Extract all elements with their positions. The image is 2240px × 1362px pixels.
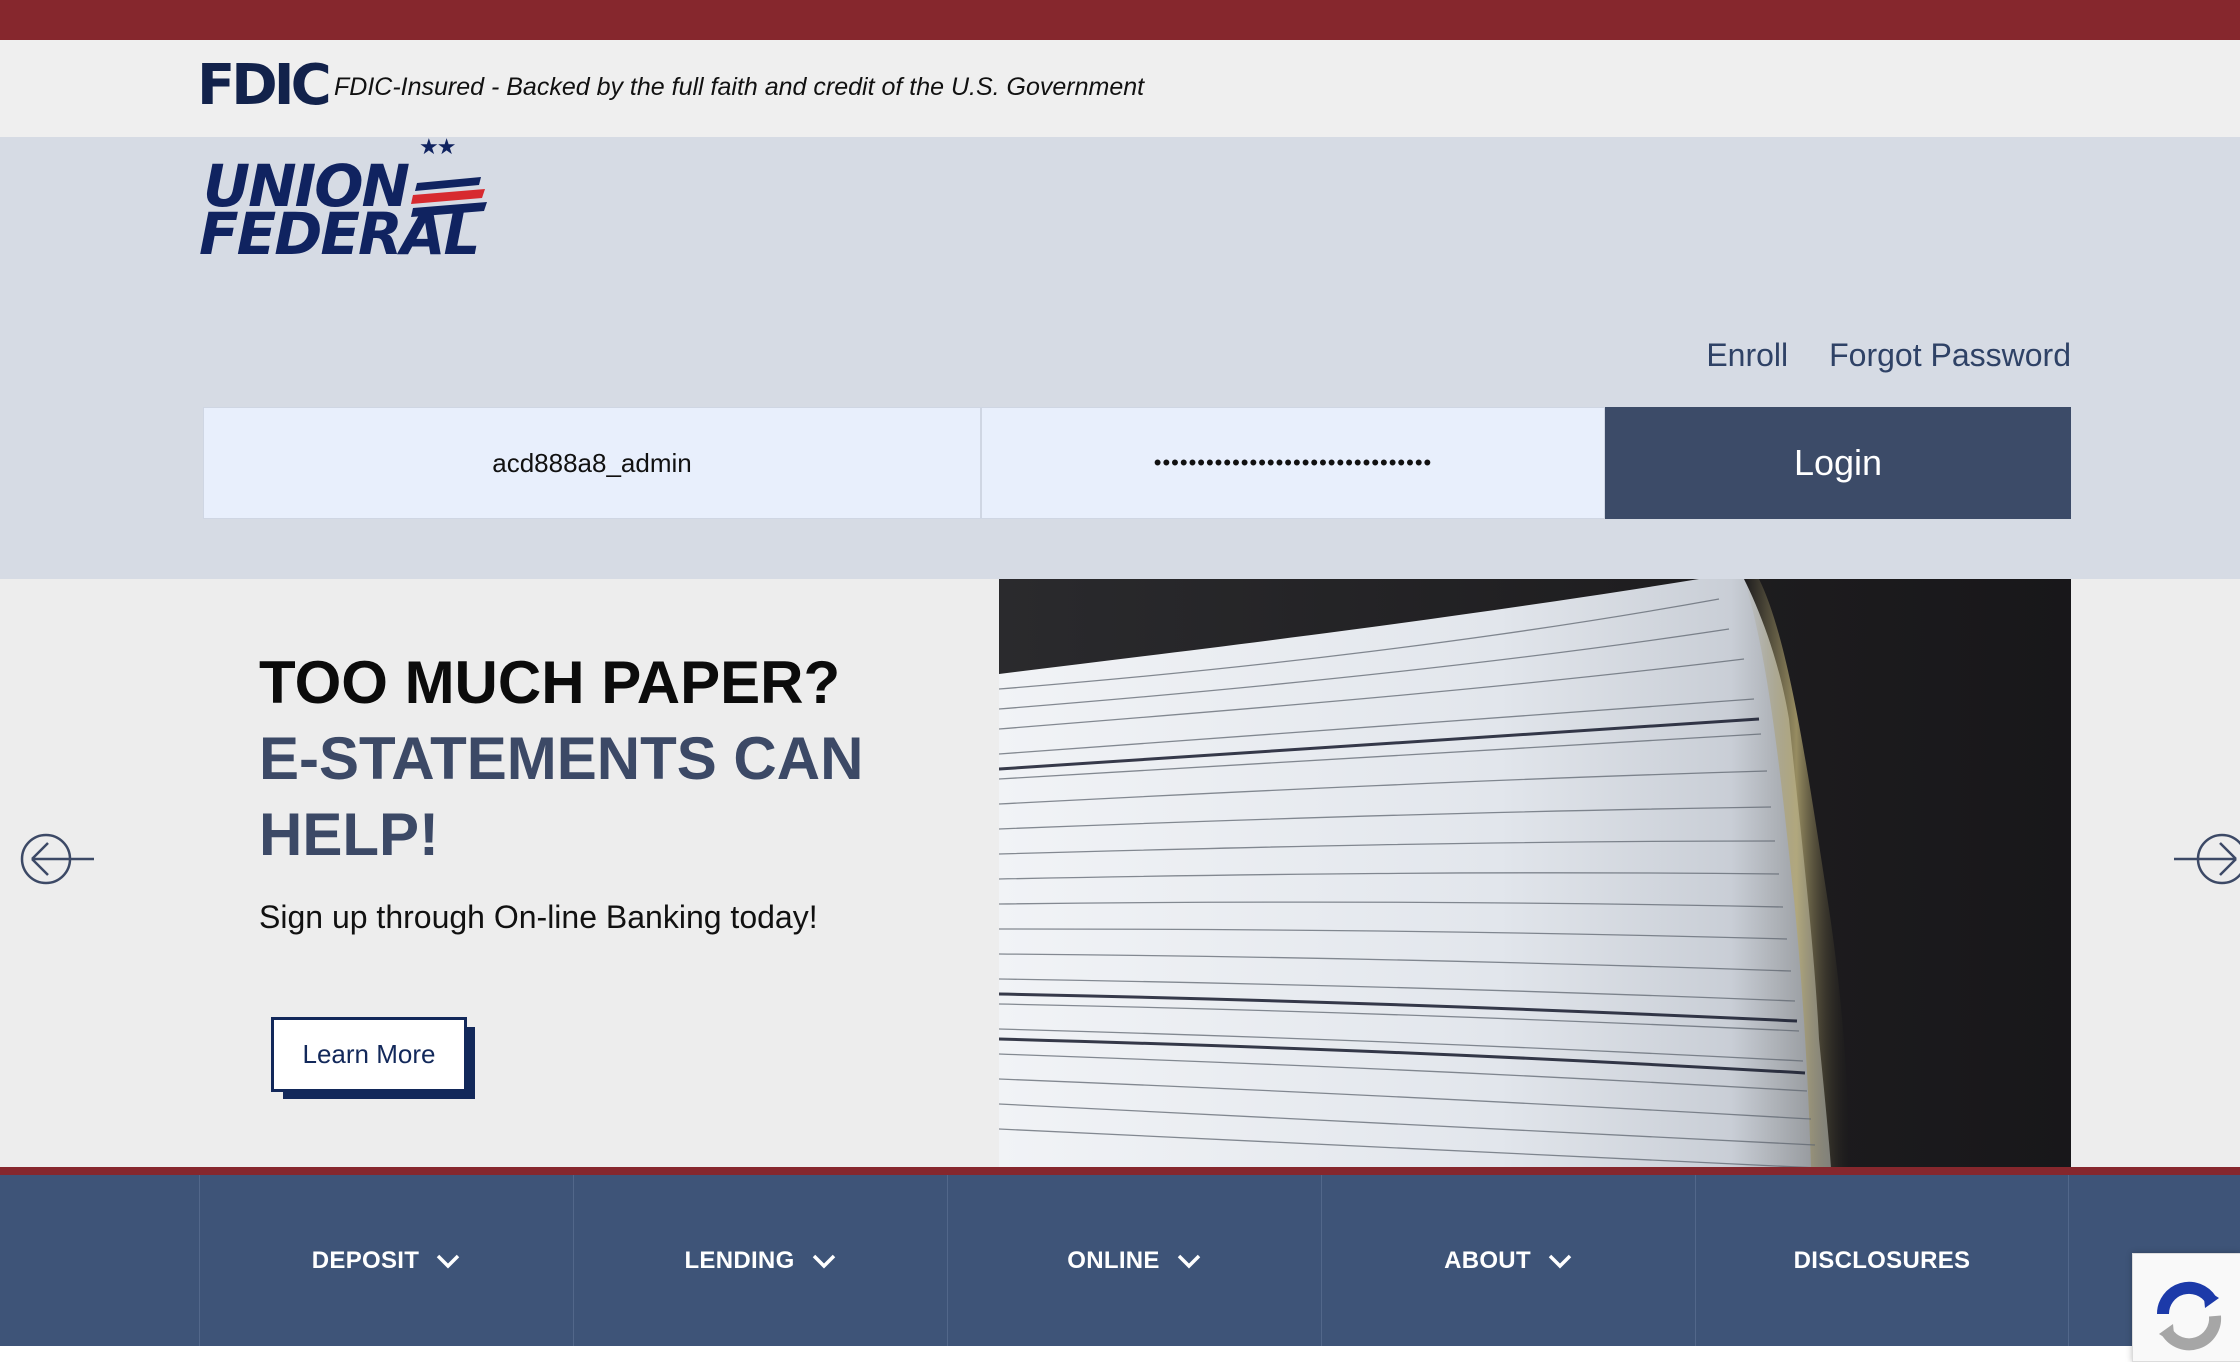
hero-carousel: TOO MUCH PAPER? E-STATEMENTS CAN HELP! S…	[0, 579, 2240, 1168]
nav-label-about: ABOUT	[1444, 1246, 1531, 1274]
nav-label-deposit: DEPOSIT	[311, 1246, 420, 1274]
site-header: ★★ UNION FEDERAL Enroll Forgot Password …	[0, 134, 2240, 579]
hero-title-line1: TOO MUCH PAPER?	[259, 649, 841, 716]
username-field-wrap	[203, 407, 981, 519]
brand-word-federal: FEDERAL	[199, 200, 481, 268]
nav-label-online: ONLINE	[1067, 1246, 1160, 1274]
chevron-down-icon	[436, 1254, 460, 1268]
learn-more-wrap: Learn More	[271, 1017, 475, 1099]
fdic-banner: FDIC FDIC-Insured - Backed by the full f…	[0, 40, 2240, 137]
main-nav: DEPOSIT LENDING ONLINE ABOUT DISCLOSURES	[0, 1175, 2240, 1346]
union-federal-logo[interactable]: ★★ UNION FEDERAL	[195, 134, 505, 268]
fdic-statement: FDIC-Insured - Backed by the full faith …	[334, 73, 1145, 101]
recaptcha-badge[interactable]	[2132, 1253, 2240, 1362]
nav-item-deposit[interactable]: DEPOSIT	[199, 1175, 573, 1346]
password-input[interactable]	[982, 408, 1604, 518]
learn-more-button[interactable]: Learn More	[271, 1017, 467, 1092]
nav-label-disclosures: DISCLOSURES	[1793, 1246, 1971, 1274]
brand-stars: ★★	[419, 134, 456, 159]
forgot-password-link[interactable]: Forgot Password	[1829, 335, 2071, 375]
paper-stack-image	[999, 579, 2071, 1168]
password-field-wrap	[981, 407, 1605, 519]
nav-item-online[interactable]: ONLINE	[947, 1175, 1321, 1346]
nav-accent-rule	[0, 1167, 2240, 1175]
nav-item-lending[interactable]: LENDING	[573, 1175, 947, 1346]
chevron-down-icon	[812, 1254, 835, 1268]
top-accent-bar	[0, 0, 2240, 40]
login-form: Login	[203, 407, 2071, 519]
chevron-down-icon	[1548, 1254, 1572, 1268]
username-input[interactable]	[204, 408, 980, 518]
nav-item-disclosures[interactable]: DISCLOSURES	[1695, 1175, 2069, 1346]
carousel-next-icon[interactable]	[2172, 831, 2240, 887]
chevron-down-icon	[1177, 1254, 1200, 1268]
auth-links: Enroll Forgot Password	[1706, 335, 2071, 375]
hero-subtitle: Sign up through On-line Banking today!	[259, 899, 818, 935]
enroll-link[interactable]: Enroll	[1706, 335, 1788, 375]
carousel-prev-icon[interactable]	[20, 831, 96, 887]
login-button[interactable]: Login	[1605, 407, 2071, 519]
recaptcha-icon	[2156, 1281, 2222, 1351]
fdic-logo: FDIC	[197, 53, 332, 118]
hero-title-line2: E-STATEMENTS CAN HELP!	[259, 725, 864, 868]
page-bottom	[0, 1346, 2240, 1362]
nav-item-about[interactable]: ABOUT	[1321, 1175, 1695, 1346]
nav-label-lending: LENDING	[684, 1246, 795, 1274]
